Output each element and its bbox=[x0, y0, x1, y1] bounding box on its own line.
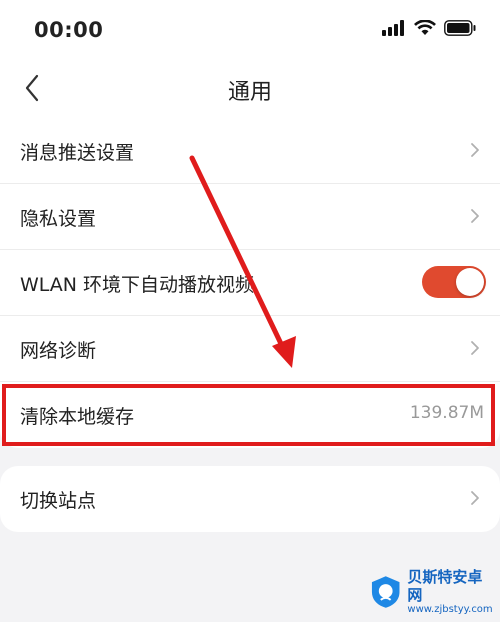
chevron-right-icon bbox=[471, 341, 479, 355]
watermark: 贝斯特安卓网 www.zjbstyy.com bbox=[368, 568, 496, 616]
settings-row-label: 切换站点 bbox=[20, 490, 97, 512]
settings-row-label: 网络诊断 bbox=[20, 340, 97, 362]
watermark-logo-icon bbox=[371, 576, 400, 608]
settings-list-site: 切换站点 bbox=[0, 466, 500, 532]
wlan-autoplay-toggle[interactable] bbox=[422, 266, 486, 298]
chevron-right-icon bbox=[471, 143, 479, 157]
settings-row-privacy[interactable]: 隐私设置 bbox=[0, 184, 500, 250]
settings-row-label: 清除本地缓存 bbox=[20, 406, 135, 428]
status-icons bbox=[382, 20, 476, 36]
settings-row-switch-site[interactable]: 切换站点 bbox=[0, 466, 500, 532]
settings-row-network-diagnosis[interactable]: 网络诊断 bbox=[0, 316, 500, 382]
settings-row-wlan-autoplay: WLAN 环境下自动播放视频 bbox=[0, 250, 500, 316]
cache-size-value: 139.87M bbox=[409, 403, 484, 423]
status-time: 00:00 bbox=[34, 18, 104, 42]
settings-row-label: WLAN 环境下自动播放视频 bbox=[20, 274, 255, 296]
chevron-right-icon bbox=[471, 491, 479, 505]
watermark-url: www.zjbstyy.com bbox=[407, 604, 493, 615]
settings-row-label: 隐私设置 bbox=[20, 208, 97, 230]
battery-icon bbox=[444, 20, 476, 36]
chevron-right-icon bbox=[471, 209, 479, 223]
settings-row-label: 消息推送设置 bbox=[20, 142, 135, 164]
toggle-knob bbox=[456, 268, 484, 296]
settings-list: 消息推送设置 隐私设置 WLAN 环境下自动播放视频 网络诊断 清除本地缓存 1… bbox=[0, 118, 500, 448]
status-bar: 00:00 bbox=[0, 0, 500, 60]
page-title: 通用 bbox=[227, 80, 272, 105]
settings-row-push[interactable]: 消息推送设置 bbox=[0, 118, 500, 184]
wifi-icon bbox=[414, 20, 436, 35]
watermark-text: 贝斯特安卓网 bbox=[407, 568, 483, 604]
nav-bar: 通用 bbox=[0, 60, 500, 118]
cellular-signal-icon bbox=[382, 20, 404, 36]
settings-row-clear-cache[interactable]: 清除本地缓存 139.87M bbox=[0, 382, 500, 448]
